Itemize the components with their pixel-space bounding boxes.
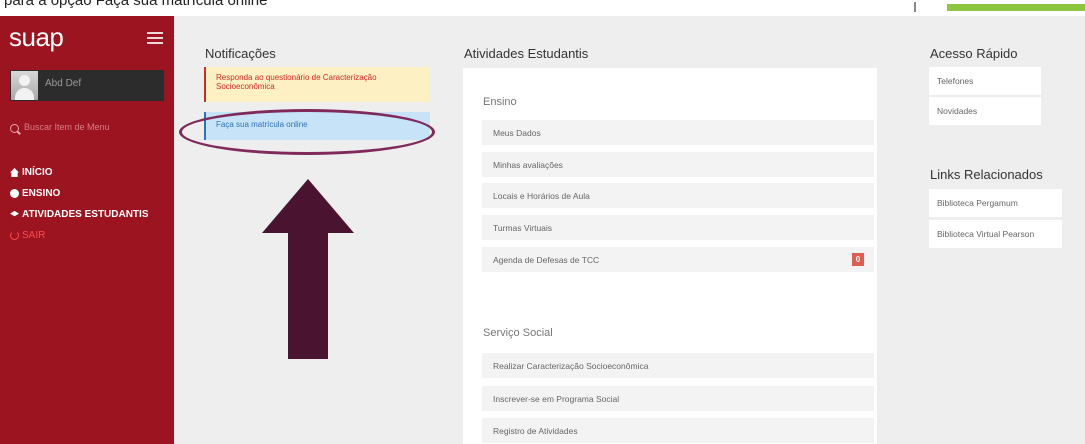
- sidebar-item-label: ATIVIDADES ESTUDANTIS: [22, 209, 149, 220]
- list-item-agenda-defesas-tcc[interactable]: Agenda de Defesas de TCC 0: [482, 247, 874, 272]
- list-item-registro-atividades[interactable]: Registro de Atividades: [482, 418, 874, 443]
- list-item-locais-horarios[interactable]: Locais e Horários de Aula: [482, 183, 874, 208]
- quick-link-label: Novidades: [937, 106, 978, 116]
- list-item-caracterizacao[interactable]: Realizar Caracterização Socioeconômica: [482, 353, 874, 378]
- up-arrow-icon: [262, 179, 354, 359]
- notifications-title: Notificações: [205, 46, 276, 61]
- brand-logo[interactable]: suap: [9, 22, 64, 53]
- list-item-programa-social[interactable]: Inscrever-se em Programa Social: [482, 386, 874, 411]
- list-item-label: Locais e Horários de Aula: [493, 191, 590, 201]
- sidebar-item-label: SAIR: [22, 230, 46, 241]
- search-icon: [10, 124, 19, 133]
- home-icon: [10, 168, 19, 177]
- list-item-label: Realizar Caracterização Socioeconômica: [493, 361, 649, 371]
- quick-link-telefones[interactable]: Telefones: [929, 67, 1041, 95]
- divider-mark: [914, 2, 916, 12]
- list-item-turmas-virtuais[interactable]: Turmas Virtuais: [482, 215, 874, 240]
- sidebar-item-ensino[interactable]: ENSINO: [10, 183, 172, 204]
- graduation-cap-icon: [10, 210, 19, 217]
- search-placeholder: Buscar Item de Menu: [24, 122, 110, 132]
- link-biblioteca-pergamum[interactable]: Biblioteca Pergamum: [929, 189, 1062, 217]
- top-caption-strip: para a opção Faça sua matrícula online: [0, 0, 1085, 16]
- list-item-meus-dados[interactable]: Meus Dados: [482, 120, 874, 145]
- avatar: [11, 71, 38, 100]
- highlight-ellipse: [179, 109, 435, 155]
- links-relacionados-title: Links Relacionados: [930, 167, 1043, 182]
- notification-text: Responda ao questionário de Caracterizaç…: [216, 73, 377, 92]
- list-item-label: Agenda de Defesas de TCC: [493, 255, 600, 265]
- document-caption: para a opção Faça sua matrícula online: [4, 0, 268, 9]
- hamburger-menu-icon[interactable]: [147, 32, 163, 44]
- user-profile[interactable]: Abd Def: [10, 70, 164, 101]
- sidebar-item-sair[interactable]: SAIR: [10, 225, 172, 246]
- quick-link-novidades[interactable]: Novidades: [929, 97, 1041, 125]
- sidebar-item-label: INÍCIO: [22, 167, 53, 178]
- main-content: Notificações Responda ao questionário de…: [174, 16, 1085, 444]
- green-decoration: [947, 4, 1085, 11]
- sidebar-item-atividades-estudantis[interactable]: ATIVIDADES ESTUDANTIS: [10, 204, 172, 225]
- list-item-label: Turmas Virtuais: [493, 223, 553, 233]
- page: para a opção Faça sua matrícula online s…: [0, 0, 1085, 444]
- list-item-label: Meus Dados: [493, 128, 541, 138]
- list-item-label: Minhas avaliações: [493, 160, 563, 170]
- sidebar: suap Abd Def Buscar Item de Menu INÍCIO …: [0, 16, 174, 444]
- related-link-label: Biblioteca Virtual Pearson: [937, 229, 1035, 239]
- notification-questionario[interactable]: Responda ao questionário de Caracterizaç…: [204, 67, 430, 102]
- atividades-panel: Ensino Meus Dados Minhas avaliações Loca…: [463, 68, 877, 444]
- power-icon: [10, 231, 19, 240]
- group-title-ensino: Ensino: [483, 96, 517, 108]
- related-link-label: Biblioteca Pergamum: [937, 198, 1018, 208]
- sidebar-item-label: ENSINO: [22, 188, 61, 199]
- user-name: Abd Def: [45, 78, 82, 89]
- list-item-label: Inscrever-se em Programa Social: [493, 394, 620, 404]
- menu-search-input[interactable]: Buscar Item de Menu: [10, 122, 166, 138]
- list-item-minhas-avaliacoes[interactable]: Minhas avaliações: [482, 152, 874, 177]
- sidebar-item-inicio[interactable]: INÍCIO: [10, 162, 172, 183]
- atividades-title: Atividades Estudantis: [464, 46, 589, 61]
- count-badge: 0: [852, 253, 864, 266]
- sidebar-nav: INÍCIO ENSINO ATIVIDADES ESTUDANTIS SAIR: [10, 162, 172, 246]
- link-biblioteca-virtual-pearson[interactable]: Biblioteca Virtual Pearson: [929, 220, 1062, 248]
- acesso-rapido-title: Acesso Rápido: [930, 46, 1018, 61]
- group-title-servico-social: Serviço Social: [483, 327, 553, 339]
- list-item-label: Registro de Atividades: [493, 426, 578, 436]
- ensino-icon: [10, 189, 19, 198]
- quick-link-label: Telefones: [937, 76, 974, 86]
